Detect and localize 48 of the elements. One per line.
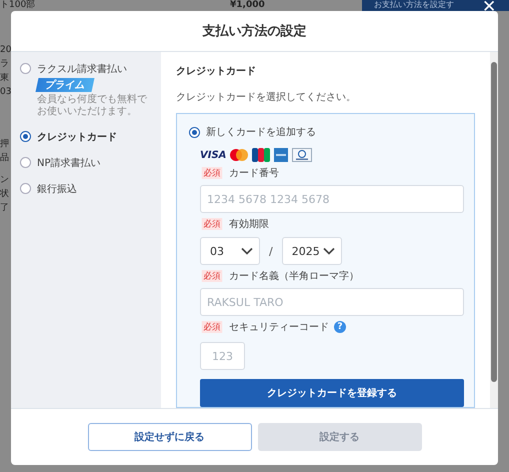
page-text: ン — [0, 175, 10, 185]
overlapping-circles-icon — [230, 149, 248, 161]
radio-button[interactable] — [20, 63, 31, 74]
page-text: 品 — [0, 153, 10, 163]
input-field[interactable]: 1234 5678 1234 5678 — [200, 185, 464, 213]
input-field[interactable]: 123 — [200, 342, 245, 370]
required-badge: 必須 — [202, 321, 222, 333]
chevron-down-icon — [322, 247, 335, 255]
radio-button[interactable] — [20, 157, 31, 168]
scrollbar[interactable] — [490, 52, 498, 408]
page-text: 押 — [0, 139, 10, 149]
radio-button[interactable] — [189, 127, 200, 138]
select-field[interactable]: 03 — [200, 237, 260, 265]
select-field[interactable]: 2025 — [282, 237, 342, 265]
striped-card-icon — [252, 148, 270, 162]
dialog-title: 支払い方法の設定 — [202, 22, 306, 40]
input-field[interactable]: RAKSUL TARO — [200, 288, 464, 316]
page-text: 状 — [0, 189, 10, 199]
method-label[interactable]: 銀行振込 — [37, 182, 77, 196]
register-card-button[interactable]: クレジットカードを登録する — [200, 379, 464, 407]
required-badge: 必須 — [202, 218, 222, 230]
page-text: ¥1,000 — [230, 0, 265, 10]
field-label: カード名義（半角ローマ字） — [229, 270, 359, 283]
radio-button[interactable] — [20, 183, 31, 194]
page-text: 了 — [0, 203, 10, 213]
method-label[interactable]: NP請求書払い — [37, 156, 101, 170]
field-label: カード番号 — [229, 166, 279, 180]
method-label[interactable]: クレジットカード — [37, 130, 117, 144]
page-text: ラ — [0, 59, 10, 69]
option-label[interactable]: 新しくカードを追加する — [206, 125, 316, 139]
section-title: クレジットカード — [176, 65, 257, 78]
back-button[interactable]: 設定せずに戻る — [88, 423, 252, 451]
field-label: 有効期限 — [229, 218, 269, 231]
method-note: 会員なら何度でも無料でお使いいただけます。 — [37, 94, 148, 118]
required-badge: 必須 — [202, 167, 222, 179]
round-logo-card-icon — [292, 148, 312, 162]
chevron-down-icon — [241, 247, 253, 255]
card-logo-icon — [274, 148, 288, 162]
card-brand-logo: VISA — [200, 150, 226, 160]
prime-badge: プライム — [36, 78, 94, 92]
field-label: セキュリティーコード — [229, 321, 329, 334]
section-description: クレジットカードを選択してください。 — [176, 91, 357, 104]
page-text: 20 — [0, 45, 11, 55]
required-badge: 必須 — [202, 270, 222, 282]
separator-text: / — [269, 244, 273, 258]
radio-button[interactable] — [20, 131, 31, 142]
page-text: 03 — [0, 87, 11, 97]
method-label[interactable]: ラクスル請求書払い — [37, 62, 127, 76]
